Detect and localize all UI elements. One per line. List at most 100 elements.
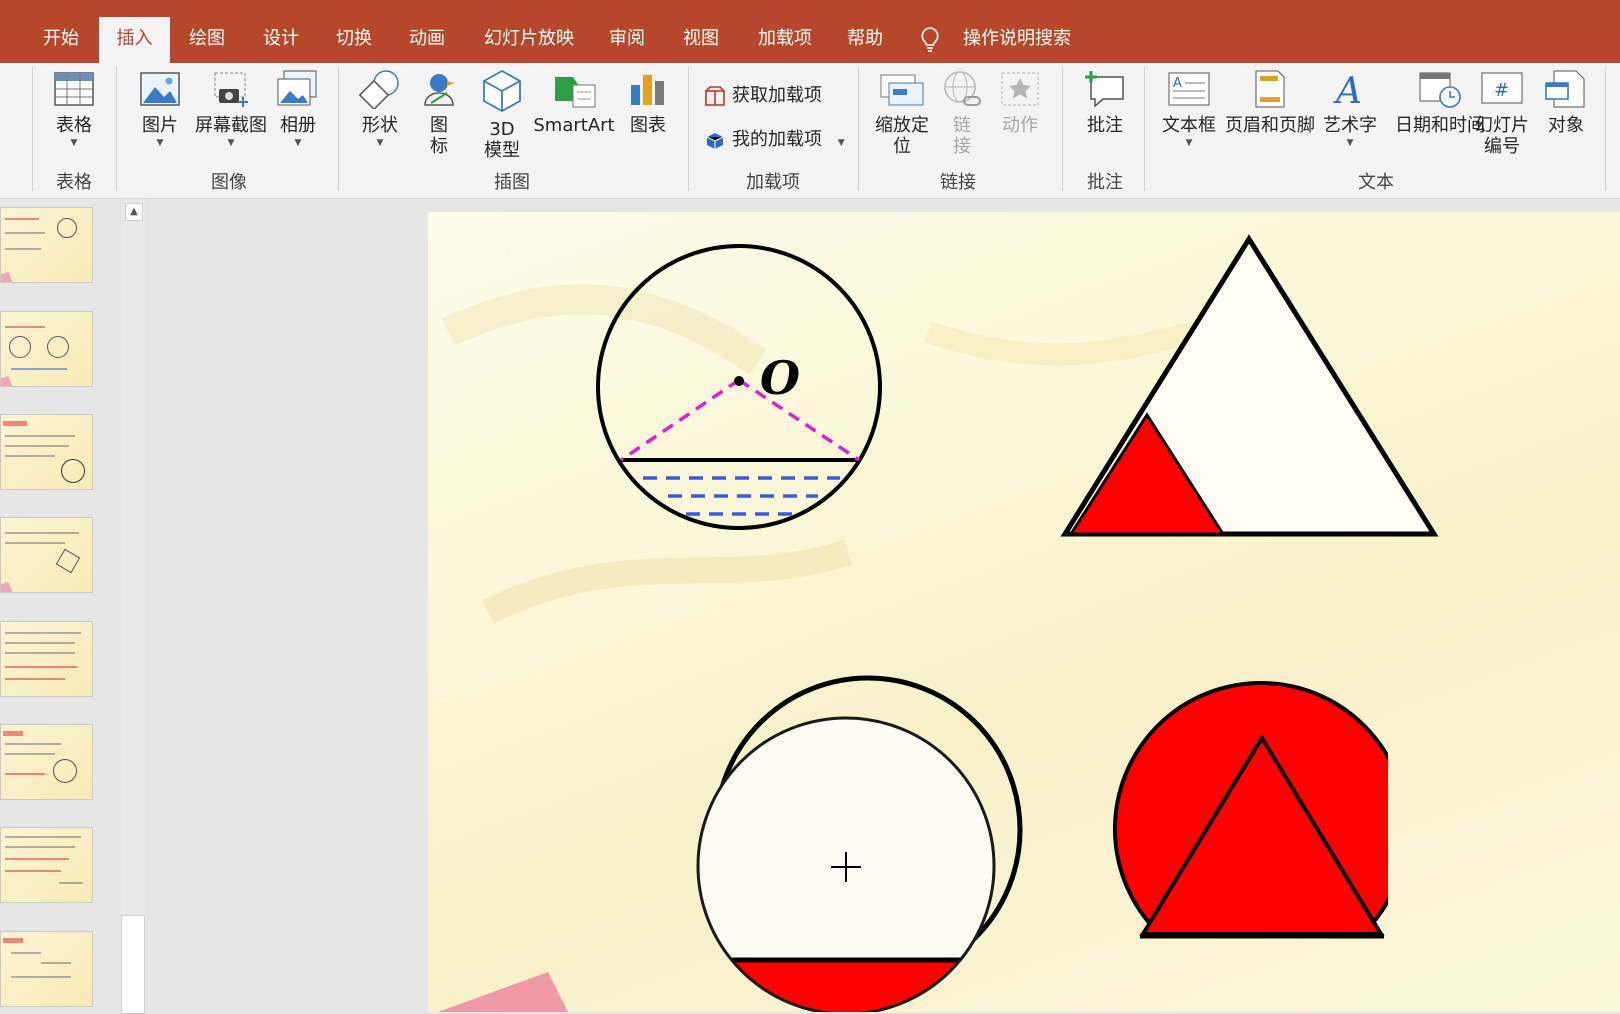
zoom-icon (880, 74, 924, 106)
slide-thumbnail[interactable] (0, 517, 93, 593)
object-button[interactable]: 对象 (1536, 69, 1596, 136)
wordart-icon: A (1333, 71, 1362, 109)
chart-button[interactable]: 图表 (620, 69, 676, 136)
link-button-label: 链 接 (953, 115, 971, 157)
link-icon (944, 71, 981, 106)
tell-me-label: 操作说明搜索 (963, 28, 1071, 49)
photo-album-icon (277, 70, 317, 106)
chart-button-label: 图表 (630, 115, 666, 136)
svg-text:#: # (1494, 80, 1509, 101)
chevron-down-icon: ▼ (376, 138, 384, 148)
svg-text:A: A (1333, 71, 1362, 109)
group-label-links: 链接 (940, 172, 976, 193)
comment-button[interactable]: 批注 (1074, 69, 1136, 136)
tab-transitions[interactable]: 切换 (321, 14, 387, 63)
smartart-button-label: SmartArt (533, 115, 615, 136)
ribbon-tab-bar: 开始 插入 绘图 设计 切换 动画 幻灯片放映 审阅 视图 加载项 帮助 操作说… (0, 0, 1620, 63)
comment-button-label: 批注 (1087, 115, 1123, 136)
lightbulb-icon (921, 27, 939, 52)
link-button[interactable]: 链 接 (936, 69, 988, 157)
group-label-images: 图像 (211, 172, 247, 193)
my-addins-label: 我的加载项 (732, 129, 822, 150)
icons-icon (424, 74, 455, 106)
album-button[interactable]: 相册 ▼ (268, 69, 328, 148)
ribbon: 表格 ▼ 表格 图片 ▼ 屏幕截图 ▼ 相册 ▼ 图像 形状 ▼ 图 标 3D … (0, 63, 1620, 199)
scrollbar-thumb[interactable] (121, 915, 145, 1014)
chart-icon (631, 75, 664, 105)
tab-view[interactable]: 视图 (668, 14, 734, 63)
table-button-label: 表格 (56, 115, 92, 136)
pictures-button[interactable]: 图片 ▼ (130, 69, 190, 148)
chevron-down-icon: ▼ (837, 138, 845, 148)
screenshot-button[interactable]: 屏幕截图 ▼ (190, 69, 272, 148)
overlapping-circles-shape[interactable] (678, 675, 1023, 1012)
shapes-button-label: 形状 (362, 115, 398, 136)
chevron-down-icon: ▼ (156, 138, 164, 148)
pictures-button-label: 图片 (142, 115, 178, 136)
slide-thumbnail[interactable] (0, 827, 93, 903)
my-addins-icon (706, 133, 724, 149)
3d-model-button[interactable]: 3D 模型 (472, 69, 532, 161)
scroll-up-arrow-icon[interactable]: ▲ (125, 203, 143, 221)
textbox-button-label: 文本框 (1162, 115, 1216, 136)
decorative-ribbon (438, 972, 568, 1012)
slide-thumbnail[interactable] (0, 931, 93, 1007)
slide-number-button[interactable]: # 幻灯片 编号 (1468, 69, 1536, 157)
tab-draw[interactable]: 绘图 (174, 14, 240, 63)
icons-button-label: 图 标 (430, 115, 448, 157)
get-addins-button[interactable]: 获取加载项 (704, 81, 822, 107)
action-icon (1001, 72, 1039, 106)
table-button[interactable]: 表格 ▼ (44, 69, 104, 148)
smartart-icon (555, 77, 596, 108)
slide-thumbnail[interactable] (0, 621, 93, 697)
3d-model-icon (483, 69, 521, 113)
get-addins-label: 获取加载项 (732, 85, 822, 106)
zoom-button[interactable]: 缩放定 位 (868, 69, 936, 157)
slide-thumbnail[interactable] (0, 414, 93, 490)
wordart-button-label: 艺术字 (1323, 115, 1377, 136)
header-footer-icon (1255, 70, 1285, 108)
shapes-button[interactable]: 形状 ▼ (350, 69, 410, 148)
action-button[interactable]: 动作 (992, 69, 1048, 136)
screenshot-button-label: 屏幕截图 (195, 115, 267, 136)
shapes-icon (358, 70, 399, 109)
smartart-button[interactable]: SmartArt (532, 69, 616, 136)
svg-text:A: A (1173, 76, 1182, 91)
nested-triangle-shape[interactable] (1060, 234, 1439, 537)
group-label-text: 文本 (1358, 172, 1394, 193)
my-addins-button[interactable]: 我的加载项 ▼ (704, 125, 845, 151)
comment-icon (1085, 71, 1124, 108)
icons-button[interactable]: 图 标 (414, 69, 464, 157)
group-label-comments: 批注 (1087, 172, 1123, 193)
wordart-button[interactable]: A 艺术字 ▼ (1318, 69, 1382, 148)
center-label-o: O (760, 351, 800, 405)
slide-canvas[interactable]: O (428, 212, 1620, 1012)
tab-home[interactable]: 开始 (28, 14, 94, 63)
slide-number-icon: # (1481, 72, 1523, 104)
header-footer-button[interactable]: 页眉和页脚 (1222, 69, 1318, 136)
slide-thumbnail-pane[interactable]: ▲ (0, 199, 148, 1014)
tab-review[interactable]: 审阅 (594, 14, 660, 63)
tab-addins[interactable]: 加载项 (746, 14, 824, 63)
slide-thumbnail[interactable] (0, 207, 93, 283)
header-footer-button-label: 页眉和页脚 (1225, 115, 1315, 136)
thumbnail-scrollbar[interactable]: ▲ (121, 199, 145, 1014)
textbox-button[interactable]: A 文本框 ▼ (1156, 69, 1222, 148)
group-label-illustrations: 插图 (494, 172, 530, 193)
tab-animations[interactable]: 动画 (394, 14, 460, 63)
tab-design[interactable]: 设计 (248, 14, 314, 63)
red-circle-with-triangle-shape[interactable] (1113, 681, 1407, 975)
circle-with-chord-shape[interactable]: O (596, 244, 882, 530)
tab-help[interactable]: 帮助 (832, 14, 898, 63)
chevron-down-icon: ▼ (1346, 138, 1354, 148)
tab-insert[interactable]: 插入 (99, 17, 170, 63)
slide-thumbnail[interactable] (0, 311, 93, 387)
screenshot-icon (214, 72, 248, 107)
tab-slideshow[interactable]: 幻灯片放映 (474, 14, 584, 63)
table-icon (54, 72, 94, 106)
slide-thumbnail[interactable] (0, 724, 93, 800)
datetime-icon (1419, 72, 1461, 108)
chevron-down-icon: ▼ (70, 138, 78, 148)
3d-model-button-label: 3D 模型 (484, 119, 520, 161)
object-icon (1545, 70, 1585, 108)
